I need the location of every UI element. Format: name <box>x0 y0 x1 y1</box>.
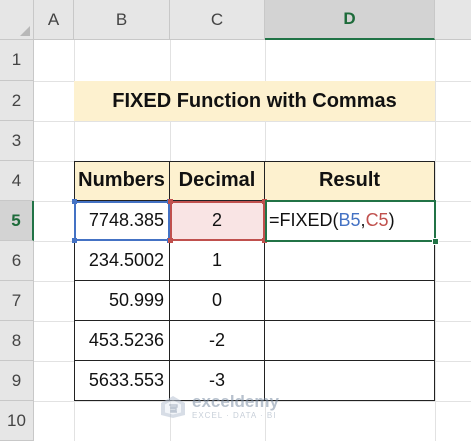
cell-d9[interactable] <box>265 361 435 401</box>
reference-highlight-c5 <box>170 201 265 241</box>
table-header-decimal[interactable]: Decimal <box>170 161 265 201</box>
cell-c8[interactable]: -2 <box>170 321 265 361</box>
row-header-6[interactable]: 6 <box>0 241 34 281</box>
gridline <box>34 121 471 122</box>
row-header-9[interactable]: 9 <box>0 361 34 401</box>
row-header-5[interactable]: 5 <box>0 201 34 241</box>
column-header-d[interactable]: D <box>265 0 435 40</box>
table-header-result[interactable]: Result <box>265 161 435 201</box>
reference-handle-c5-tl[interactable] <box>168 199 173 204</box>
table-header-numbers[interactable]: Numbers <box>74 161 170 201</box>
row-header-3[interactable]: 3 <box>0 121 34 161</box>
row-header-1[interactable]: 1 <box>0 40 34 81</box>
cell-b6[interactable]: 234.5002 <box>74 241 170 281</box>
watermark: exceldemy EXCEL · DATA · BI <box>160 393 279 420</box>
column-header-e-partial[interactable] <box>435 0 471 40</box>
fill-handle[interactable] <box>432 238 439 245</box>
active-cell-selection <box>265 200 436 242</box>
cell-b8[interactable]: 453.5236 <box>74 321 170 361</box>
cell-b9[interactable]: 5633.553 <box>74 361 170 401</box>
column-header-c[interactable]: C <box>170 0 265 40</box>
spreadsheet: A B C D 1 2 3 4 5 6 7 8 9 10 FIXED Funct… <box>0 0 471 441</box>
column-header-a[interactable]: A <box>34 0 74 40</box>
watermark-name: exceldemy <box>192 392 279 411</box>
reference-handle-c5-bl[interactable] <box>168 238 173 243</box>
row-header-4[interactable]: 4 <box>0 161 34 201</box>
column-header-b[interactable]: B <box>74 0 170 40</box>
cell-c6[interactable]: 1 <box>170 241 265 281</box>
cell-d7[interactable] <box>265 281 435 321</box>
row-header-8[interactable]: 8 <box>0 321 34 361</box>
reference-highlight-b5 <box>74 201 170 241</box>
watermark-tagline: EXCEL · DATA · BI <box>192 411 277 420</box>
row-header-2[interactable]: 2 <box>0 81 34 121</box>
reference-handle-b5-tl[interactable] <box>72 199 77 204</box>
row-header-10[interactable]: 10 <box>0 401 34 441</box>
cell-d8[interactable] <box>265 321 435 361</box>
reference-handle-b5-bl[interactable] <box>72 238 77 243</box>
row-header-7[interactable]: 7 <box>0 281 34 321</box>
sheet-title[interactable]: FIXED Function with Commas <box>74 81 435 121</box>
exceldemy-logo-icon <box>161 395 185 418</box>
select-all-button[interactable] <box>0 0 34 40</box>
cell-d6[interactable] <box>265 241 435 281</box>
cell-b7[interactable]: 50.999 <box>74 281 170 321</box>
select-all-triangle-icon <box>20 26 30 36</box>
cell-c7[interactable]: 0 <box>170 281 265 321</box>
